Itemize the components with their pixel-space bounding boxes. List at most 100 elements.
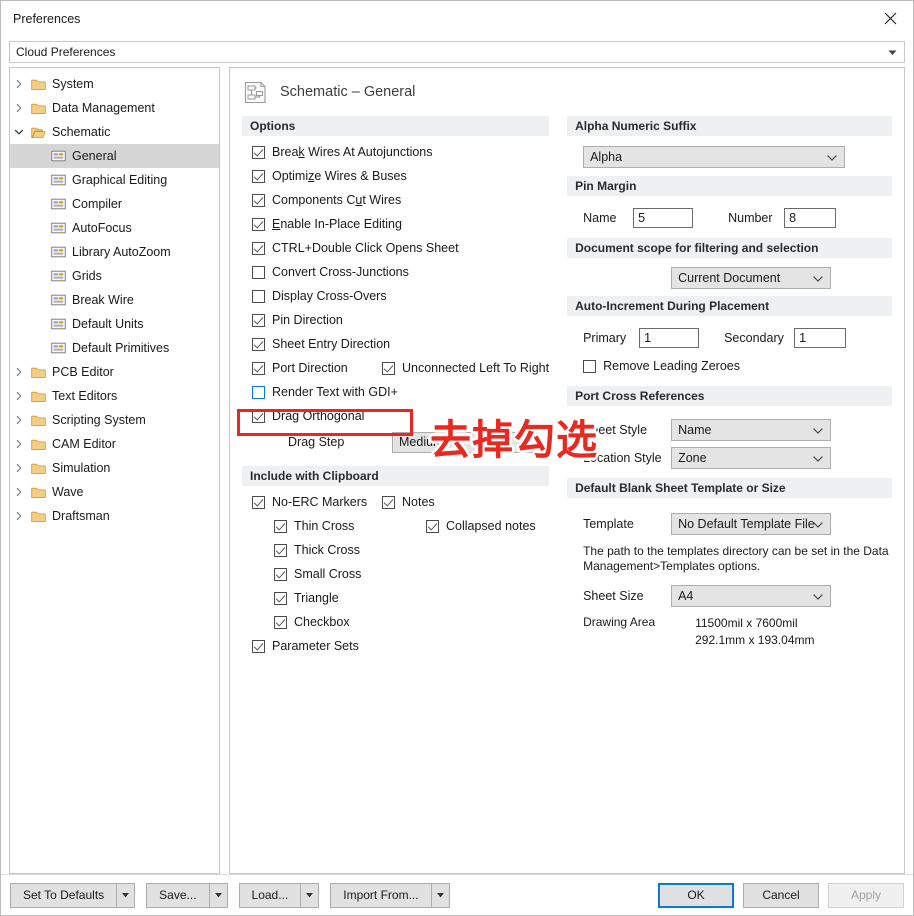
sidebar-item-compiler[interactable]: Compiler xyxy=(10,192,219,216)
set-to-defaults-dropdown-arrow[interactable] xyxy=(117,882,136,908)
sidebar-item-grids[interactable]: Grids xyxy=(10,264,219,288)
footer-action-buttons: OK Cancel Apply xyxy=(658,882,904,908)
cancel-button[interactable]: Cancel xyxy=(743,882,819,908)
chevron-down-icon[interactable] xyxy=(10,127,28,137)
save-split-button[interactable]: Save... xyxy=(146,882,228,908)
settings-panel: Schematic – General Options Break Wires … xyxy=(229,67,905,874)
primary-input[interactable]: 1 xyxy=(639,328,700,348)
checkbox-ctrl-double-click-opens-sheet[interactable]: CTRL+Double Click Opens Sheet xyxy=(252,236,549,260)
close-icon[interactable] xyxy=(867,1,913,35)
location-style-combo[interactable]: Zone xyxy=(671,447,832,469)
sidebar-item-text-editors[interactable]: Text Editors xyxy=(10,384,219,408)
checkbox-display-cross-overs[interactable]: Display Cross-Overs xyxy=(252,284,549,308)
sheet-style-combo[interactable]: Name xyxy=(671,419,832,441)
set-to-defaults-split-button[interactable]: Set To Defaults xyxy=(10,882,136,908)
import-from-button[interactable]: Import From... xyxy=(330,882,432,908)
checkbox-collapsed-notes[interactable]: Collapsed notes xyxy=(404,514,536,538)
checkbox-thick-cross[interactable]: Thick Cross xyxy=(252,538,549,562)
checkbox-notes[interactable]: Notes xyxy=(382,490,435,514)
sheet-size-value: A4 xyxy=(678,589,694,603)
checkbox-convert-cross-junctions[interactable]: Convert Cross-Junctions xyxy=(252,260,549,284)
save-button[interactable]: Save... xyxy=(146,882,210,908)
sidebar-item-label: Draftsman xyxy=(52,509,110,523)
chevron-right-icon[interactable] xyxy=(10,439,28,449)
preferences-tree[interactable]: System Data Management Schematic General Gra… xyxy=(9,67,220,874)
load-split-button[interactable]: Load... xyxy=(238,882,320,908)
checkbox-optimize-wires-buses[interactable]: Optimize Wires & Buses xyxy=(252,164,549,188)
checkbox-parameter-sets[interactable]: Parameter Sets xyxy=(252,634,549,658)
sheet-size-combo[interactable]: A4 xyxy=(671,585,832,607)
chevron-right-icon[interactable] xyxy=(10,79,28,89)
page-icon xyxy=(48,270,68,282)
chevron-right-icon[interactable] xyxy=(10,391,28,401)
checkbox-box xyxy=(382,361,395,375)
checkbox-box xyxy=(252,241,265,255)
ok-button[interactable]: OK xyxy=(658,882,734,908)
sidebar-item-data-management[interactable]: Data Management xyxy=(10,96,219,120)
checkbox-unconnected-left-to-right[interactable]: Unconnected Left To Right xyxy=(382,356,549,380)
checkbox-sheet-entry-direction[interactable]: Sheet Entry Direction xyxy=(252,332,549,356)
sidebar-item-scripting-system[interactable]: Scripting System xyxy=(10,408,219,432)
checkbox-break-wires-at-autojunctions[interactable]: Break Wires At Autojunctions xyxy=(252,140,549,164)
pin-margin-number-input[interactable]: 8 xyxy=(784,208,837,228)
checkbox-remove-leading-zeroes[interactable]: Remove Leading Zeroes xyxy=(583,354,892,378)
auto-increment-header: Auto-Increment During Placement xyxy=(567,296,892,316)
sidebar-item-graphical-editing[interactable]: Graphical Editing xyxy=(10,168,219,192)
sidebar-item-cam-editor[interactable]: CAM Editor xyxy=(10,432,219,456)
chevron-right-icon[interactable] xyxy=(10,367,28,377)
drawing-area-label: Drawing Area xyxy=(583,615,656,629)
sidebar-item-autofocus[interactable]: AutoFocus xyxy=(10,216,219,240)
sidebar-item-wave[interactable]: Wave xyxy=(10,480,219,504)
alpha-numeric-suffix-combo[interactable]: Alpha xyxy=(583,146,846,168)
sidebar-item-simulation[interactable]: Simulation xyxy=(10,456,219,480)
secondary-input[interactable]: 1 xyxy=(794,328,847,348)
cloud-preferences-combo[interactable]: Cloud Preferences xyxy=(9,40,905,63)
drag-step-combo[interactable]: Medium xyxy=(392,431,534,453)
sidebar-item-system[interactable]: System xyxy=(10,72,219,96)
checkbox-label: Port Direction xyxy=(272,361,348,375)
document-scope-combo[interactable]: Current Document xyxy=(671,267,832,289)
sidebar-item-library-autozoom[interactable]: Library AutoZoom xyxy=(10,240,219,264)
checkbox-pin-direction[interactable]: Pin Direction xyxy=(252,308,549,332)
location-style-label: Location Style xyxy=(583,451,662,465)
sheet-style-label: Sheet Style xyxy=(583,423,648,437)
sidebar-item-draftsman[interactable]: Draftsman xyxy=(10,504,219,528)
sidebar-item-default-primitives[interactable]: Default Primitives xyxy=(10,336,219,360)
save-dropdown-arrow[interactable] xyxy=(209,882,228,908)
load-button[interactable]: Load... xyxy=(238,882,302,908)
checkbox-label: Thin Cross xyxy=(294,519,355,533)
checkbox-enable-in-place-editing[interactable]: Enable In-Place Editing xyxy=(252,212,549,236)
sidebar-item-schematic[interactable]: Schematic xyxy=(10,120,219,144)
checkbox-components-cut-wires[interactable]: Components Cut Wires xyxy=(252,188,549,212)
template-combo[interactable]: No Default Template File xyxy=(671,513,832,535)
chevron-down-icon xyxy=(827,150,837,164)
sheet-size-row: Sheet Size A4 xyxy=(583,582,892,610)
checkbox-no-erc-markers[interactable]: No-ERC Markers xyxy=(252,490,382,514)
secondary-label: Secondary xyxy=(724,331,784,345)
checkbox-small-cross[interactable]: Small Cross xyxy=(252,562,549,586)
sidebar-item-break-wire[interactable]: Break Wire xyxy=(10,288,219,312)
sidebar-item-general[interactable]: General xyxy=(10,144,219,168)
location-style-row: Location Style Zone xyxy=(583,444,892,472)
chevron-right-icon[interactable] xyxy=(10,415,28,425)
checkbox-drag-orthogonal[interactable]: Drag Orthogonal xyxy=(252,404,549,428)
pin-margin-name-input[interactable]: 5 xyxy=(633,208,694,228)
page-icon xyxy=(48,174,68,186)
checkbox-label: Parameter Sets xyxy=(272,639,359,653)
chevron-right-icon[interactable] xyxy=(10,487,28,497)
import-from-dropdown-arrow[interactable] xyxy=(431,882,450,908)
load-dropdown-arrow[interactable] xyxy=(301,882,320,908)
import-from-split-button[interactable]: Import From... xyxy=(330,882,450,908)
sidebar-item-default-units[interactable]: Default Units xyxy=(10,312,219,336)
checkbox-checkbox[interactable]: Checkbox xyxy=(252,610,549,634)
checkbox-render-text-with-gdi-plus[interactable]: Render Text with GDI+ xyxy=(252,380,549,404)
chevron-right-icon[interactable] xyxy=(10,103,28,113)
chevron-right-icon[interactable] xyxy=(10,511,28,521)
chevron-right-icon[interactable] xyxy=(10,463,28,473)
checkbox-thin-cross[interactable]: Thin Cross xyxy=(252,514,404,538)
document-scope-body: Current Document xyxy=(567,262,892,296)
checkbox-triangle[interactable]: Triangle xyxy=(252,586,549,610)
sidebar-item-pcb-editor[interactable]: PCB Editor xyxy=(10,360,219,384)
checkbox-port-direction[interactable]: Port Direction xyxy=(252,356,382,380)
set-to-defaults-button[interactable]: Set To Defaults xyxy=(10,882,118,908)
